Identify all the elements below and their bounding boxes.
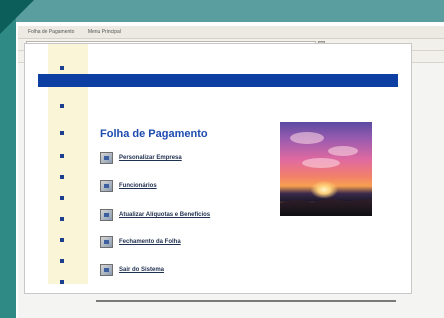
sunset-image	[280, 122, 372, 216]
footer-divider	[96, 300, 396, 302]
rates-icon	[100, 209, 113, 221]
window-title: Folha de Pagamento	[28, 29, 75, 35]
nav-bullet	[60, 238, 64, 242]
menu-item-atualizar-aliquotas[interactable]: Atualizar Alíquotas e Benefícios	[100, 208, 210, 222]
payroll-close-icon	[100, 236, 113, 248]
cloud	[328, 146, 358, 156]
landscape-silhouette	[280, 198, 372, 216]
window-menu-title: Menu Principal	[87, 29, 121, 35]
nav-bullet	[60, 154, 64, 158]
exit-icon	[100, 264, 113, 276]
menu-item-label[interactable]: Atualizar Alíquotas e Benefícios	[119, 212, 210, 218]
cloud	[290, 132, 324, 144]
menu-item-funcionarios[interactable]: Funcionários	[100, 179, 157, 193]
cloud	[302, 158, 340, 168]
teal-frame-left	[0, 0, 16, 318]
nav-bullet	[60, 217, 64, 221]
nav-bullet	[60, 280, 64, 284]
nav-bullet	[60, 259, 64, 263]
browser-title-bar: Folha de Pagamento Menu Principal	[18, 26, 444, 39]
settings-icon	[100, 152, 113, 164]
nav-bullet	[60, 175, 64, 179]
page-title: Folha de Pagamento	[100, 128, 208, 140]
menu-item-fechamento-folha[interactable]: Fechamento da Folha	[100, 235, 181, 249]
employees-icon	[100, 180, 113, 192]
menu-item-sair-sistema[interactable]: Sair do Sistema	[100, 263, 164, 277]
header-bar	[38, 74, 398, 87]
nav-bullet	[60, 131, 64, 135]
nav-bullet	[60, 104, 64, 108]
nav-bullet	[60, 66, 64, 70]
nav-bullet	[60, 196, 64, 200]
menu-item-label[interactable]: Personalizar Empresa	[119, 155, 182, 161]
menu-item-label[interactable]: Funcionários	[119, 183, 157, 189]
menu-item-label[interactable]: Fechamento da Folha	[119, 239, 181, 245]
menu-item-personalizar-empresa[interactable]: Personalizar Empresa	[100, 151, 182, 165]
teal-frame-top	[0, 0, 444, 22]
menu-item-label[interactable]: Sair do Sistema	[119, 267, 164, 273]
